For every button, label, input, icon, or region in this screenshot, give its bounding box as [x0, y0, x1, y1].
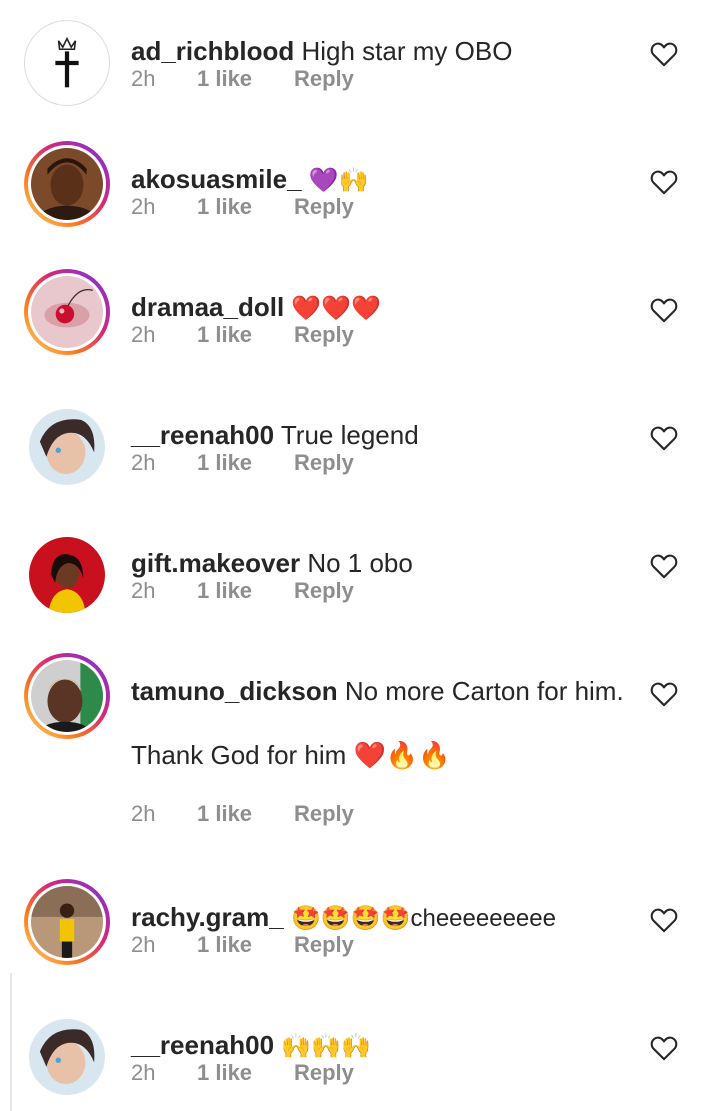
reply-button[interactable]: Reply	[294, 194, 354, 220]
heart-outline-icon[interactable]	[650, 907, 678, 933]
comment-text: __reenah00 🙌🙌🙌	[131, 1028, 631, 1064]
heart-outline-icon[interactable]	[650, 1035, 678, 1061]
comment-username[interactable]: ad_richblood	[131, 36, 294, 66]
comment-likes[interactable]: 1 like	[197, 1060, 294, 1086]
heart-outline-icon[interactable]	[650, 169, 678, 195]
avatar[interactable]	[24, 532, 110, 618]
comment-likes[interactable]: 1 like	[197, 66, 294, 92]
comment-meta: 2h 1 like Reply	[131, 932, 354, 958]
profile-photo-icon	[29, 537, 105, 613]
comment-meta: 2h 1 like Reply	[131, 322, 354, 348]
comment-body: 🤩🤩🤩🤩cheeeeeeeee	[290, 905, 556, 932]
comment-body-second-paragraph: Thank God for him ❤️🔥🔥	[131, 740, 451, 770]
profile-photo-icon	[31, 886, 103, 958]
comment-text: rachy.gram_ 🤩🤩🤩🤩cheeeeeeeee	[131, 900, 631, 936]
comment-time: 2h	[131, 1060, 156, 1085]
comment-meta: 2h 1 like Reply	[131, 450, 354, 476]
reply-button[interactable]: Reply	[294, 801, 354, 827]
comment-text: akosuasmile_ 💜🙌	[131, 162, 631, 198]
comment-time: 2h	[131, 801, 156, 826]
comment-username[interactable]: __reenah00	[131, 420, 274, 450]
heart-outline-icon[interactable]	[650, 425, 678, 451]
profile-photo-icon	[31, 276, 103, 348]
comment-meta: 2h 1 like Reply	[131, 801, 354, 827]
comment-body: ❤️❤️❤️	[291, 295, 382, 322]
heart-outline-icon[interactable]	[650, 681, 678, 707]
comments-list: ad_richblood High star my OBO 2h 1 like …	[0, 0, 720, 1111]
comment-time: 2h	[131, 66, 156, 91]
comment-username[interactable]: gift.makeover	[131, 548, 300, 578]
comment-username[interactable]: rachy.gram_	[131, 902, 284, 932]
comment-likes[interactable]: 1 like	[197, 801, 294, 827]
comment-body: No more Carton for him.	[344, 676, 624, 706]
comment-body: 🙌🙌🙌	[281, 1033, 371, 1060]
comment-time: 2h	[131, 322, 156, 347]
avatar[interactable]	[24, 141, 110, 227]
comment-username[interactable]: __reenah00	[131, 1030, 274, 1060]
comment-text: dramaa_doll ❤️❤️❤️	[131, 290, 631, 326]
comment-meta: 2h 1 like Reply	[131, 1060, 354, 1086]
comment-likes[interactable]: 1 like	[197, 932, 294, 958]
comment-time: 2h	[131, 578, 156, 603]
comment-time: 2h	[131, 450, 156, 475]
comment-body: No 1 obo	[307, 548, 413, 578]
comment-text: tamuno_dickson No more Carton for him. T…	[131, 674, 631, 772]
reply-button[interactable]: Reply	[294, 1060, 354, 1086]
heart-outline-icon[interactable]	[650, 553, 678, 579]
heart-outline-icon[interactable]	[650, 41, 678, 67]
profile-photo-icon	[31, 148, 103, 220]
comment-username[interactable]: dramaa_doll	[131, 292, 284, 322]
avatar[interactable]	[24, 269, 110, 355]
reply-button[interactable]: Reply	[294, 450, 354, 476]
cross-crown-avatar-icon	[30, 26, 104, 100]
comment-likes[interactable]: 1 like	[197, 322, 294, 348]
avatar[interactable]	[24, 879, 110, 965]
comment-likes[interactable]: 1 like	[197, 450, 294, 476]
reply-button[interactable]: Reply	[294, 66, 354, 92]
comment-body: High star my OBO	[301, 36, 513, 66]
comment-text: ad_richblood High star my OBO	[131, 34, 631, 68]
comment-time: 2h	[131, 194, 156, 219]
reply-button[interactable]: Reply	[294, 578, 354, 604]
comment-meta: 2h 1 like Reply	[131, 66, 354, 92]
comment-likes[interactable]: 1 like	[197, 194, 294, 220]
profile-photo-icon	[31, 660, 103, 732]
profile-photo-icon	[29, 1019, 105, 1095]
comment-username[interactable]: tamuno_dickson	[131, 676, 338, 706]
comment-meta: 2h 1 like Reply	[131, 194, 354, 220]
reply-button[interactable]: Reply	[294, 322, 354, 348]
avatar[interactable]	[24, 653, 110, 739]
avatar[interactable]	[24, 404, 110, 490]
comment-likes[interactable]: 1 like	[197, 578, 294, 604]
comment-meta: 2h 1 like Reply	[131, 578, 354, 604]
heart-outline-icon[interactable]	[650, 297, 678, 323]
panel-edge-divider	[10, 973, 12, 1111]
comment-body: True legend	[280, 420, 419, 450]
comment-body: 💜🙌	[308, 167, 369, 194]
comment-username[interactable]: akosuasmile_	[131, 164, 302, 194]
profile-photo-icon	[29, 409, 105, 485]
comment-time: 2h	[131, 932, 156, 957]
comment-text: gift.makeover No 1 obo	[131, 546, 631, 580]
avatar[interactable]	[24, 1014, 110, 1100]
avatar[interactable]	[24, 20, 110, 106]
comment-text: __reenah00 True legend	[131, 418, 631, 452]
reply-button[interactable]: Reply	[294, 932, 354, 958]
